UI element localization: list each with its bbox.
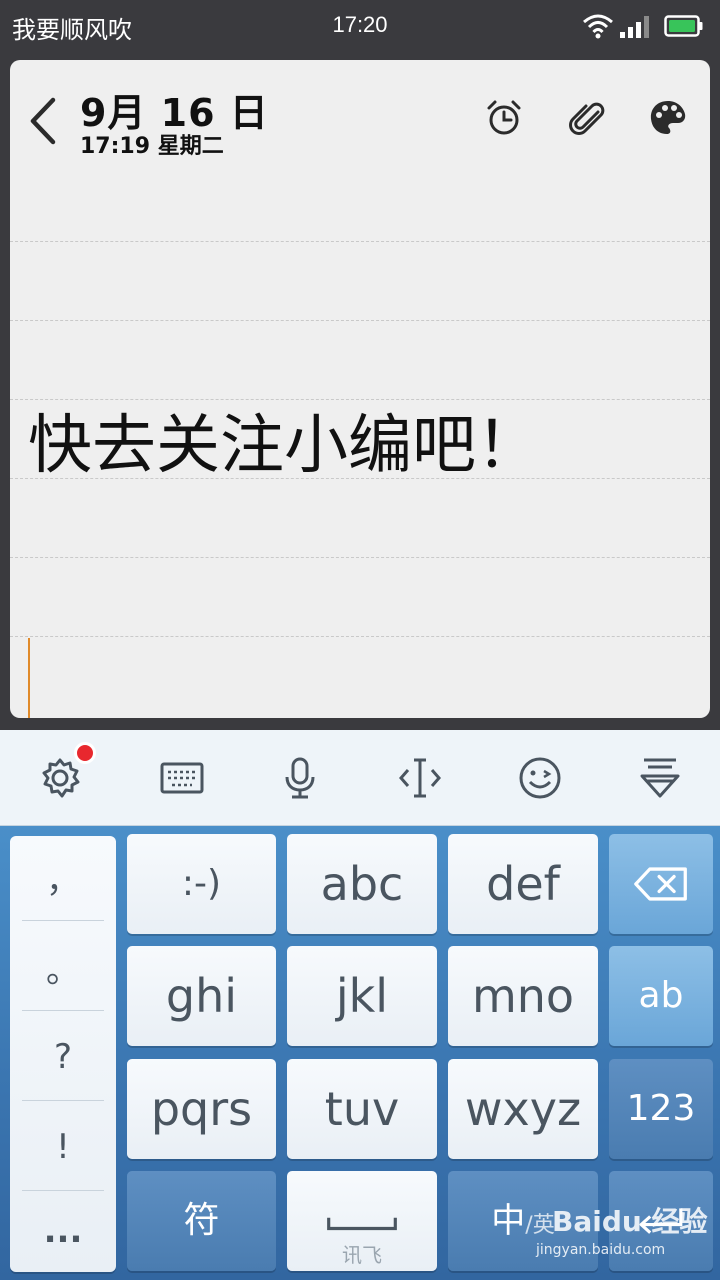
watermark-url: jingyan.baidu.com	[536, 1242, 666, 1258]
key-tuv[interactable]: tuv	[287, 1059, 437, 1159]
key-smiley[interactable]: :-)	[127, 834, 276, 934]
key-wxyz[interactable]: wxyz	[448, 1059, 598, 1159]
note-time-day: 17:19 星期二	[80, 134, 224, 159]
alarm-icon[interactable]	[484, 98, 524, 138]
key-def[interactable]: def	[448, 834, 598, 934]
key-ghi[interactable]: ghi	[127, 946, 276, 1046]
note-body-text[interactable]: 快去关注小编吧！	[28, 394, 540, 486]
note-editor[interactable]: 9月 16 日 17:19 星期二 快去关注小编吧！	[10, 60, 710, 718]
signal-icon	[620, 16, 649, 38]
key-symbols[interactable]: 符	[127, 1171, 276, 1271]
key-number-mode[interactable]: 123	[609, 1059, 713, 1159]
wifi-icon	[583, 14, 613, 39]
cursor-icon[interactable]	[398, 756, 442, 800]
key-english-mode[interactable]: ab	[609, 946, 713, 1046]
emoji-icon[interactable]	[518, 756, 562, 800]
divider	[22, 920, 104, 921]
palette-icon[interactable]	[648, 98, 688, 138]
divider	[22, 1100, 104, 1101]
ruled-line	[10, 241, 710, 242]
key-pqrs[interactable]: pqrs	[127, 1059, 276, 1159]
battery-icon	[664, 15, 703, 37]
paperclip-icon[interactable]	[566, 98, 606, 138]
divider	[22, 1010, 104, 1011]
backspace-icon	[634, 867, 687, 901]
microphone-icon[interactable]	[278, 756, 322, 800]
key-period[interactable]: 。	[10, 926, 116, 1016]
text-cursor	[28, 638, 30, 718]
keyboard-toolbar	[0, 730, 720, 826]
key-mno[interactable]: mno	[448, 946, 598, 1046]
space-hint: 讯飞	[342, 1243, 382, 1267]
baidu-watermark: Baidu 经验 jingyan.baidu.com	[536, 1200, 708, 1258]
backspace-key[interactable]	[609, 834, 713, 934]
collapse-keyboard-icon[interactable]	[638, 756, 682, 800]
space-key[interactable]: 讯飞	[287, 1171, 437, 1271]
lang-alt: /英	[525, 1213, 555, 1238]
key-comma[interactable]: ，	[10, 836, 116, 926]
key-ellipsis[interactable]: ...	[10, 1186, 116, 1276]
ruled-line	[10, 636, 710, 637]
settings-icon[interactable]	[38, 756, 82, 800]
key-jkl[interactable]: jkl	[287, 946, 437, 1046]
ruled-line	[10, 320, 710, 321]
notification-dot	[74, 742, 96, 764]
key-question[interactable]: ?	[10, 1012, 116, 1102]
lang-main: 中	[491, 1201, 526, 1241]
watermark-main: Baidu 经验	[552, 1205, 708, 1238]
status-bar: 我要顺风吹 17:20	[0, 0, 720, 52]
key-exclamation[interactable]: !	[10, 1102, 116, 1192]
space-icon	[327, 1217, 397, 1231]
punctuation-column[interactable]: ， 。 ? ! ...	[10, 836, 116, 1272]
ruled-line	[10, 557, 710, 558]
keyboard-icon[interactable]	[160, 756, 204, 800]
back-icon[interactable]	[28, 96, 58, 146]
key-abc[interactable]: abc	[287, 834, 437, 934]
